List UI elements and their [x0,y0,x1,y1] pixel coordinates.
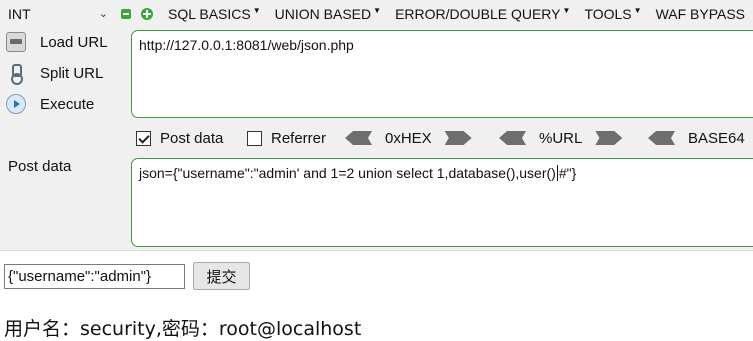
url-value: http://127.0.0.1:8081/web/json.php [139,37,354,53]
injection-type-select[interactable]: INT ⌄ [6,3,112,24]
left-arrow-icon[interactable] [499,131,526,145]
post-data-textarea[interactable]: json={"username":"admin' and 1=2 union s… [131,158,753,247]
menu-sql-basics[interactable]: SQL BASICS ▼ [168,6,261,22]
load-url-button[interactable]: Load URL [6,30,108,54]
menu-label: ERROR/DOUBLE QUERY [395,5,561,22]
execute-icon [6,94,26,114]
options-row: Post data Referrer 0xHEX %URL BASE64 [136,126,753,150]
caret-down-icon: ▼ [633,6,642,15]
right-arrow-icon[interactable] [444,131,472,145]
left-arrow-icon[interactable] [648,131,675,145]
menu-label: WAF BYPASS [655,5,746,22]
text-cursor [556,165,558,181]
menu-tools[interactable]: TOOLS ▼ [584,6,641,22]
hackbar-menubar: INT ⌄ SQL BASICS ▼ UNION BASED ▼ ERROR/DOU… [0,0,753,27]
post-data-value: json={"username":"admin' and 1=2 union s… [139,165,556,181]
caret-down-icon: ▼ [562,6,571,15]
post-data-checkbox[interactable] [136,130,151,146]
post-data-option-label: Post data [160,129,224,147]
submit-button[interactable]: 提交 [193,262,250,290]
load-url-icon [6,32,26,52]
decrease-icon[interactable] [121,9,131,19]
url-encode-label: %URL [539,129,583,147]
execute-label: Execute [40,95,95,113]
menu-label: SQL BASICS [168,5,251,22]
hex-encoder: 0xHEX [345,126,472,150]
hackbar-panel: INT ⌄ SQL BASICS ▼ UNION BASED ▼ ERROR/DOU… [0,0,753,251]
caret-down-icon: ▼ [252,6,261,15]
url-encoder: %URL [499,126,623,150]
query-result: 用户名：security,密码：root@localhost [4,318,362,340]
split-url-label: Split URL [40,64,104,82]
url-textarea[interactable]: http://127.0.0.1:8081/web/json.php [131,30,753,118]
caret-down-icon: ▼ [373,6,382,15]
menu-items: SQL BASICS ▼ UNION BASED ▼ ERROR/DOUBLE QU… [168,0,753,27]
menu-union-based[interactable]: UNION BASED ▼ [275,6,381,22]
base64-label: BASE64 [688,129,745,147]
referrer-checkbox[interactable] [247,130,262,146]
referrer-option-label: Referrer [271,129,327,147]
split-url-icon [6,63,26,85]
chevron-down-icon: ⌄ [98,8,108,20]
split-url-button[interactable]: Split URL [6,61,103,85]
menu-error-double-query[interactable]: ERROR/DOUBLE QUERY ▼ [395,6,570,22]
post-data-value-tail: #"} [558,165,577,181]
execute-button[interactable]: Execute [6,92,94,116]
post-data-option[interactable]: Post data [136,126,223,150]
post-data-label: Post data [8,158,72,175]
hex-label: 0xHEX [385,129,432,147]
menu-label: TOOLS [584,5,632,22]
menu-waf-bypass[interactable]: WAF BYPASS [656,6,745,22]
injection-type-value: INT [8,5,31,22]
username-input[interactable] [4,264,185,289]
referrer-option[interactable]: Referrer [247,126,326,150]
base64-encoder: BASE64 [648,126,745,150]
right-arrow-icon[interactable] [595,131,623,145]
left-arrow-icon[interactable] [345,131,372,145]
increase-icon[interactable] [141,8,153,20]
menu-label: UNION BASED [274,5,372,22]
load-url-label: Load URL [40,33,108,51]
